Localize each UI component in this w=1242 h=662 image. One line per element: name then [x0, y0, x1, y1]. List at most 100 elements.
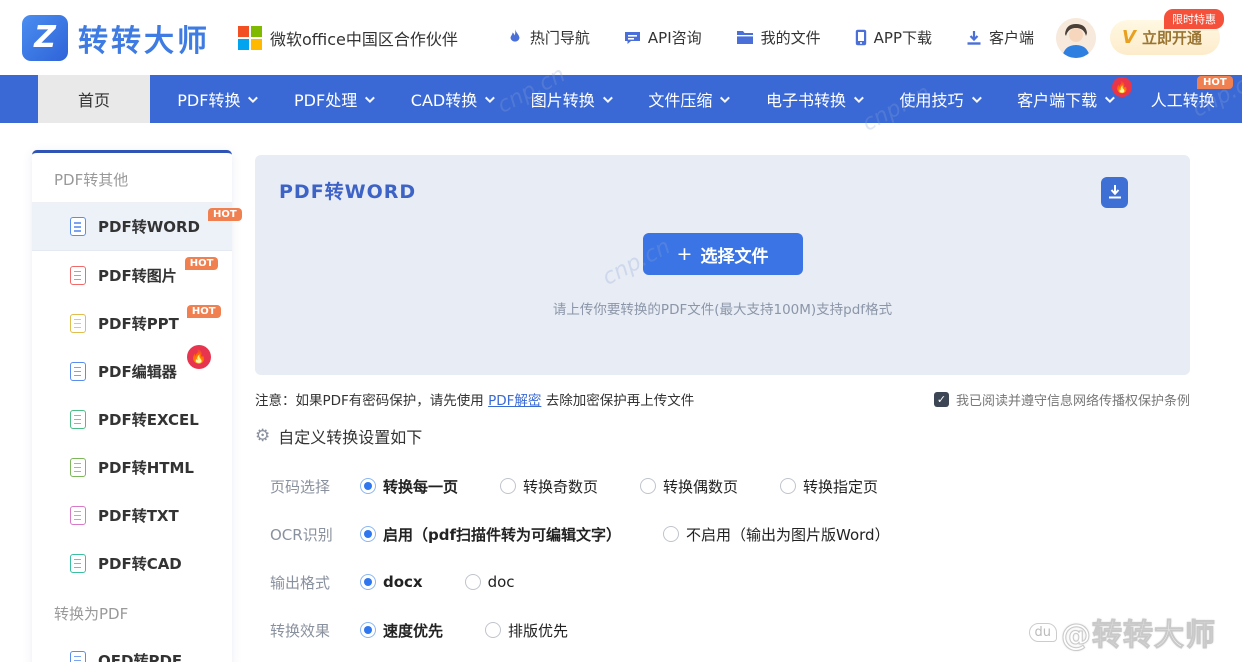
nav-item[interactable]: 电子书转换	[762, 75, 865, 123]
settings-row-label: OCR识别	[270, 524, 352, 545]
sidebar-item[interactable]: PDF转WORDHOT	[32, 203, 232, 251]
radio-circle-icon[interactable]	[360, 478, 376, 494]
radio-option[interactable]: 不启用（输出为图片版Word）	[663, 524, 890, 545]
logo-text: 转转大师	[78, 16, 210, 60]
sidebar-item[interactable]: PDF转CAD	[32, 539, 232, 587]
radio-option[interactable]: 转换每一页	[360, 476, 458, 497]
panel-title: PDF转WORD	[279, 177, 416, 204]
radio-option-label: docx	[383, 573, 423, 591]
download-button[interactable]	[1101, 177, 1128, 208]
sidebar-item[interactable]: OFD转PDF	[32, 636, 232, 662]
avatar-image	[1056, 18, 1096, 58]
header-link[interactable]: APP下载	[855, 27, 932, 48]
radio-circle-icon[interactable]	[360, 622, 376, 638]
chevron-down-icon	[248, 93, 258, 103]
radio-option-label: 转换指定页	[803, 476, 878, 497]
radio-option-label: 启用（pdf扫描件转为可编辑文字）	[383, 524, 621, 545]
word-doc-icon	[70, 217, 86, 236]
settings-row-label: 输出格式	[270, 572, 352, 593]
radio-circle-icon[interactable]	[465, 574, 481, 590]
site-logo[interactable]: Z 转转大师	[22, 15, 210, 61]
settings-row: 输出格式 docx doc	[270, 558, 1190, 606]
sidebar-item[interactable]: PDF转HTML	[32, 443, 232, 491]
settings-row: 页码选择转换每一页转换奇数页转换偶数页转换指定页	[270, 462, 1190, 510]
sidebar-item[interactable]: PDF转图片 HOT	[32, 251, 232, 299]
password-note: 注意：如果PDF有密码保护，请先使用 PDF解密 去除加密保护再上传文件	[255, 389, 694, 409]
sidebar-item-label: PDF转WORD	[98, 216, 200, 237]
page: Z 转转大师 微软office中国区合作伙伴 热门导航 API咨询 我的文件 APP下…	[0, 0, 1242, 662]
nav-item-home[interactable]: 首页	[38, 75, 150, 123]
avatar[interactable]	[1056, 18, 1096, 58]
download-icon	[966, 30, 982, 46]
nav-item[interactable]: 图片转换	[527, 75, 614, 123]
radio-option[interactable]: 启用（pdf扫描件转为可编辑文字）	[360, 524, 621, 545]
nav-item-label: 使用技巧	[900, 87, 964, 111]
header-link[interactable]: 我的文件	[736, 27, 821, 48]
cad-doc-icon	[70, 554, 86, 573]
hot-badge: HOT	[208, 208, 242, 221]
chevron-down-icon	[972, 93, 982, 103]
chevron-down-icon	[1105, 93, 1115, 103]
gear-icon: ⚙	[255, 426, 270, 446]
nav-item[interactable]: 人工转换HOT	[1147, 75, 1219, 123]
chat-icon	[624, 30, 641, 46]
header-link-label: APP下载	[874, 27, 932, 48]
agreement-checkbox-row[interactable]: ✓ 我已阅读并遵守信息网络传播权保护条例	[934, 390, 1190, 409]
header-link[interactable]: 客户端	[966, 27, 1034, 48]
header-link[interactable]: 热门导航	[507, 27, 590, 48]
note-suffix: 去除加密保护再上传文件	[541, 393, 694, 409]
sidebar-item-label: PDF转CAD	[98, 553, 182, 574]
nav-item[interactable]: 使用技巧	[896, 75, 983, 123]
partner-text: 微软office中国区合作伙伴	[270, 26, 458, 50]
header-links: 热门导航 API咨询 我的文件 APP下载 客户端	[507, 27, 1034, 48]
nav-item[interactable]: PDF处理	[290, 75, 376, 123]
radio-circle-icon[interactable]	[500, 478, 516, 494]
radio-circle-icon[interactable]	[360, 574, 376, 590]
radio-option[interactable]: 转换指定页	[780, 476, 878, 497]
radio-option[interactable]: 转换奇数页	[500, 476, 598, 497]
sidebar-item[interactable]: PDF转EXCEL	[32, 395, 232, 443]
settings-title: 自定义转换设置如下	[278, 424, 422, 448]
main-nav: 首页 PDF转换 PDF处理 CAD转换图片转换文件压缩电子书转换 使用技巧 客户端下载…	[0, 75, 1242, 123]
microsoft-logo-icon	[238, 26, 262, 50]
pdf-decrypt-link[interactable]: PDF解密	[488, 393, 541, 409]
header-link-label: 客户端	[989, 27, 1034, 48]
choose-file-button[interactable]: + 选择文件	[643, 233, 803, 275]
chevron-down-icon	[485, 93, 495, 103]
radio-circle-icon[interactable]	[640, 478, 656, 494]
logo-icon: Z	[22, 15, 68, 61]
nav-item[interactable]: PDF转换	[173, 75, 259, 123]
sidebar-item[interactable]: PDF转PPTHOT	[32, 299, 232, 347]
download-arrow-icon	[1108, 185, 1122, 200]
header-link[interactable]: API咨询	[624, 27, 702, 48]
radio-option[interactable]: 转换偶数页	[640, 476, 738, 497]
sidebar-item[interactable]: PDF转TXT	[32, 491, 232, 539]
radio-circle-icon[interactable]	[780, 478, 796, 494]
editor-icon	[70, 362, 86, 381]
sidebar-item-label: PDF转HTML	[98, 457, 194, 478]
radio-option[interactable]: doc	[465, 573, 515, 591]
sidebar-item[interactable]: PDF编辑器🔥	[32, 347, 232, 395]
nav-item[interactable]: CAD转换	[407, 75, 496, 123]
hot-badge: HOT	[185, 257, 219, 270]
vip-open-button[interactable]: V 立即开通 限时特惠	[1110, 20, 1220, 55]
html-doc-icon	[70, 458, 86, 477]
sidebar-item-label: PDF编辑器	[98, 361, 177, 382]
radio-circle-icon[interactable]	[485, 622, 501, 638]
plus-icon: +	[677, 243, 693, 265]
radio-option-label: 速度优先	[383, 620, 443, 641]
nav-item[interactable]: 客户端下载🔥	[1013, 75, 1116, 123]
partner-badge: 微软office中国区合作伙伴	[238, 26, 458, 50]
settings-title-row: ⚙ 自定义转换设置如下	[255, 424, 422, 448]
radio-option-label: 排版优先	[508, 620, 568, 641]
radio-circle-icon[interactable]	[663, 526, 679, 542]
radio-option[interactable]: 排版优先	[485, 620, 568, 641]
radio-option[interactable]: 速度优先	[360, 620, 443, 641]
sidebar-item-label: PDF转图片	[98, 265, 177, 286]
radio-option[interactable]: docx	[360, 573, 423, 591]
checkbox-checked-icon[interactable]: ✓	[934, 392, 949, 407]
nav-item[interactable]: 文件压缩	[644, 75, 731, 123]
radio-circle-icon[interactable]	[360, 526, 376, 542]
settings-row: OCR识别 启用（pdf扫描件转为可编辑文字） 不启用（输出为图片版Word）	[270, 510, 1190, 558]
header-link-label: API咨询	[648, 27, 702, 48]
